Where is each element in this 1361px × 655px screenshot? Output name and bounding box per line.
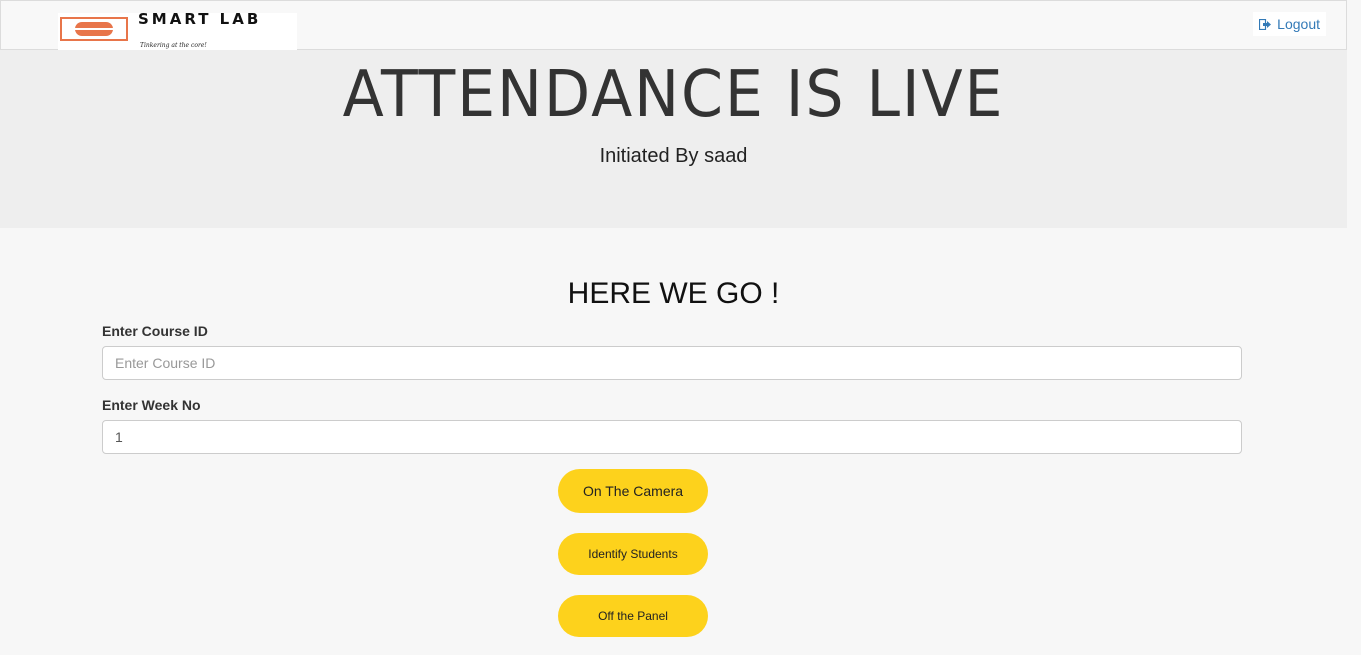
form-title: HERE WE GO !	[567, 277, 780, 310]
page-subtitle: Initiated By saad	[599, 145, 748, 167]
smart-lab-logo[interactable]: SMART LAB Tinkering at the core!	[58, 10, 297, 52]
identify-students-button[interactable]: Identify Students	[558, 533, 708, 575]
page-title: ATTENDANCE IS LIVE	[342, 58, 1005, 132]
logo-brand: SMART LAB	[138, 10, 262, 28]
logout-button[interactable]: Logout	[1253, 12, 1326, 36]
logo-mark-icon	[60, 17, 128, 41]
logout-label: Logout	[1277, 16, 1320, 32]
week-no-input[interactable]	[102, 420, 1242, 454]
panel-off-button[interactable]: Off the Panel	[558, 595, 708, 637]
course-id-label: Enter Course ID	[102, 323, 208, 339]
course-id-input[interactable]	[102, 346, 1242, 380]
logout-icon	[1259, 18, 1272, 30]
header-banner: ATTENDANCE IS LIVE Initiated By saad	[0, 50, 1347, 228]
week-no-label: Enter Week No	[102, 397, 201, 413]
logo-tagline: Tinkering at the core!	[140, 42, 207, 49]
navbar: SMART LAB Tinkering at the core! Logout	[0, 0, 1347, 52]
camera-on-button[interactable]: On The Camera	[558, 469, 708, 513]
